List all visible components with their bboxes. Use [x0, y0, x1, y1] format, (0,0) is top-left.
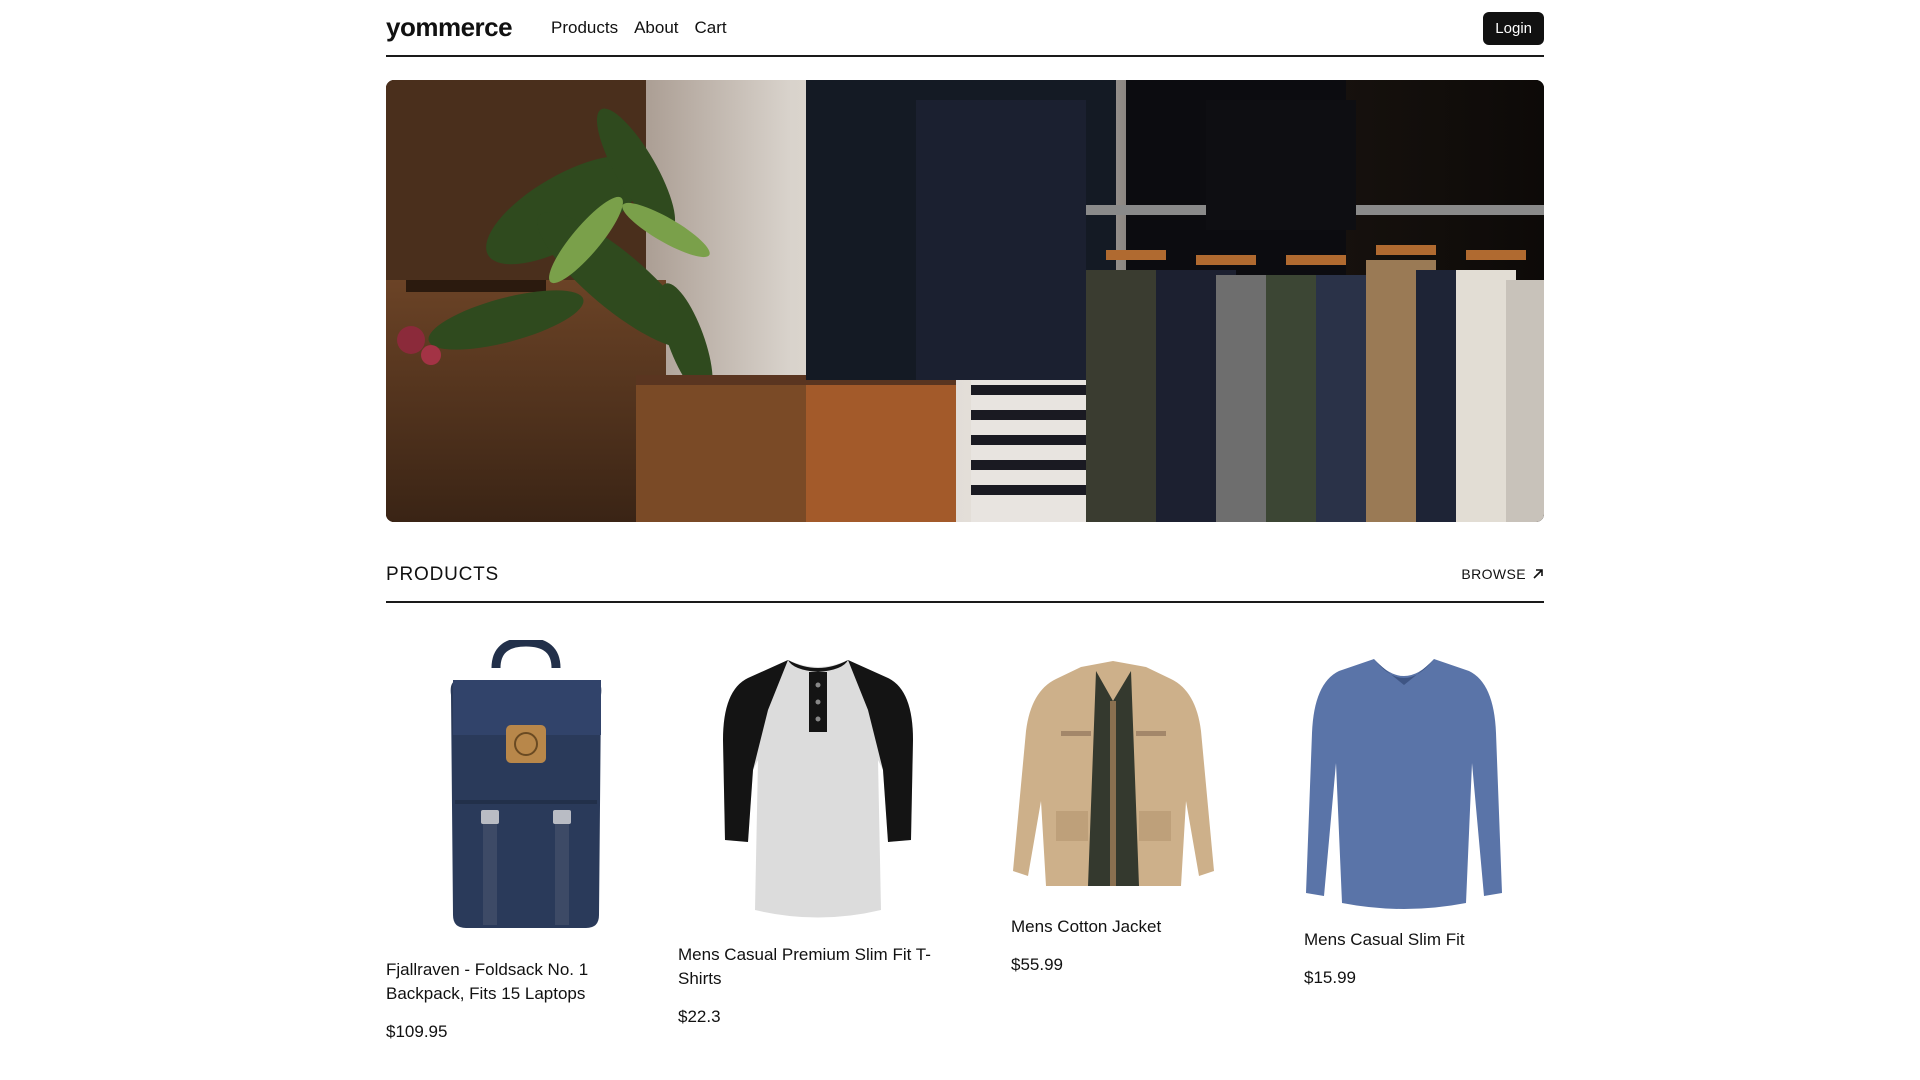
product-price: $15.99 — [1304, 968, 1356, 987]
backpack-icon — [450, 640, 602, 928]
site-header: yommerce Products About Cart Login — [386, 0, 1544, 57]
nav-cart[interactable]: Cart — [695, 18, 727, 38]
main-nav: Products About Cart — [551, 18, 727, 38]
product-title[interactable]: Mens Casual Premium Slim Fit T-Shirts — [678, 943, 958, 991]
product-title[interactable]: Mens Cotton Jacket — [1011, 915, 1291, 939]
login-button[interactable]: Login — [1483, 12, 1544, 45]
page: yommerce Products About Cart Login PRODU… — [386, 0, 1544, 1041]
browse-label: BROWSE — [1461, 566, 1526, 582]
products-section-header: PRODUCTS BROWSE — [386, 555, 1544, 603]
nav-products[interactable]: Products — [551, 18, 618, 38]
browse-link[interactable]: BROWSE — [1461, 566, 1544, 582]
product-title[interactable]: Mens Casual Slim Fit — [1304, 928, 1584, 952]
clothing-store-hero-icon — [386, 80, 1544, 522]
product-image[interactable] — [1304, 640, 1584, 925]
jacket-icon — [1013, 661, 1214, 886]
tshirt-icon — [723, 660, 913, 918]
product-image[interactable] — [386, 640, 666, 933]
longsleeve-shirt-icon — [1306, 658, 1502, 909]
product-price: $22.3 — [678, 1007, 721, 1026]
product-card[interactable]: Mens Cotton Jacket $55.99 — [1011, 640, 1291, 975]
nav-about[interactable]: About — [634, 18, 678, 38]
product-image[interactable] — [678, 640, 958, 930]
brand-logo[interactable]: yommerce — [386, 12, 513, 43]
product-image[interactable] — [1011, 640, 1291, 912]
product-title[interactable]: Fjallraven - Foldsack No. 1 Backpack, Fi… — [386, 958, 666, 1006]
product-price: $109.95 — [386, 1022, 448, 1041]
product-card[interactable]: Mens Casual Premium Slim Fit T-Shirts $2… — [678, 640, 958, 1027]
product-card[interactable]: Mens Casual Slim Fit $15.99 — [1304, 640, 1584, 988]
product-card[interactable]: Fjallraven - Foldsack No. 1 Backpack, Fi… — [386, 640, 666, 1042]
product-price: $55.99 — [1011, 955, 1063, 974]
hero-image — [386, 80, 1544, 522]
arrow-up-right-icon — [1533, 569, 1543, 579]
products-heading: PRODUCTS — [386, 564, 500, 585]
